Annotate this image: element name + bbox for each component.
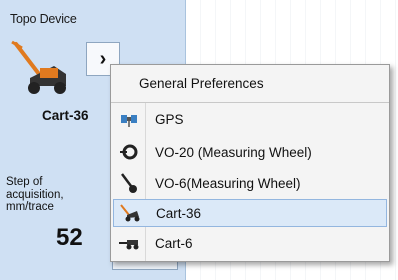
chevron-right-icon: › <box>99 47 107 70</box>
step-value: 52 <box>56 224 83 251</box>
menu-header[interactable]: General Preferences <box>111 65 389 103</box>
menu-item-vo6[interactable]: VO-6(Measuring Wheel) <box>113 169 387 197</box>
measuring-wheel-icon <box>113 138 145 166</box>
cart-6-icon <box>113 229 145 257</box>
gps-icon <box>113 105 145 133</box>
menu-item-gps[interactable]: GPS <box>113 105 387 133</box>
cart-device-icon <box>11 40 66 94</box>
panel-title: Topo Device <box>10 12 77 26</box>
step-label: Step of acquisition, mm/trace <box>6 176 64 213</box>
menu-item-label: VO-6(Measuring Wheel) <box>155 175 301 191</box>
cart-36-icon <box>114 199 146 227</box>
menu-item-cart6[interactable]: Cart-6 <box>113 229 387 257</box>
menu-item-label: GPS <box>155 111 184 127</box>
menu-item-cart36[interactable]: Cart-36 <box>113 199 387 227</box>
menu-item-label: Cart-36 <box>156 205 202 221</box>
menu-item-label: Cart-6 <box>155 235 193 251</box>
device-context-menu: General Preferences GPS VO-20 (Measuring… <box>110 64 390 262</box>
device-name: Cart-36 <box>42 108 89 123</box>
measuring-wheel-small-icon <box>113 169 145 197</box>
menu-item-label: VO-20 (Measuring Wheel) <box>155 144 312 160</box>
menu-item-vo20[interactable]: VO-20 (Measuring Wheel) <box>113 138 387 166</box>
